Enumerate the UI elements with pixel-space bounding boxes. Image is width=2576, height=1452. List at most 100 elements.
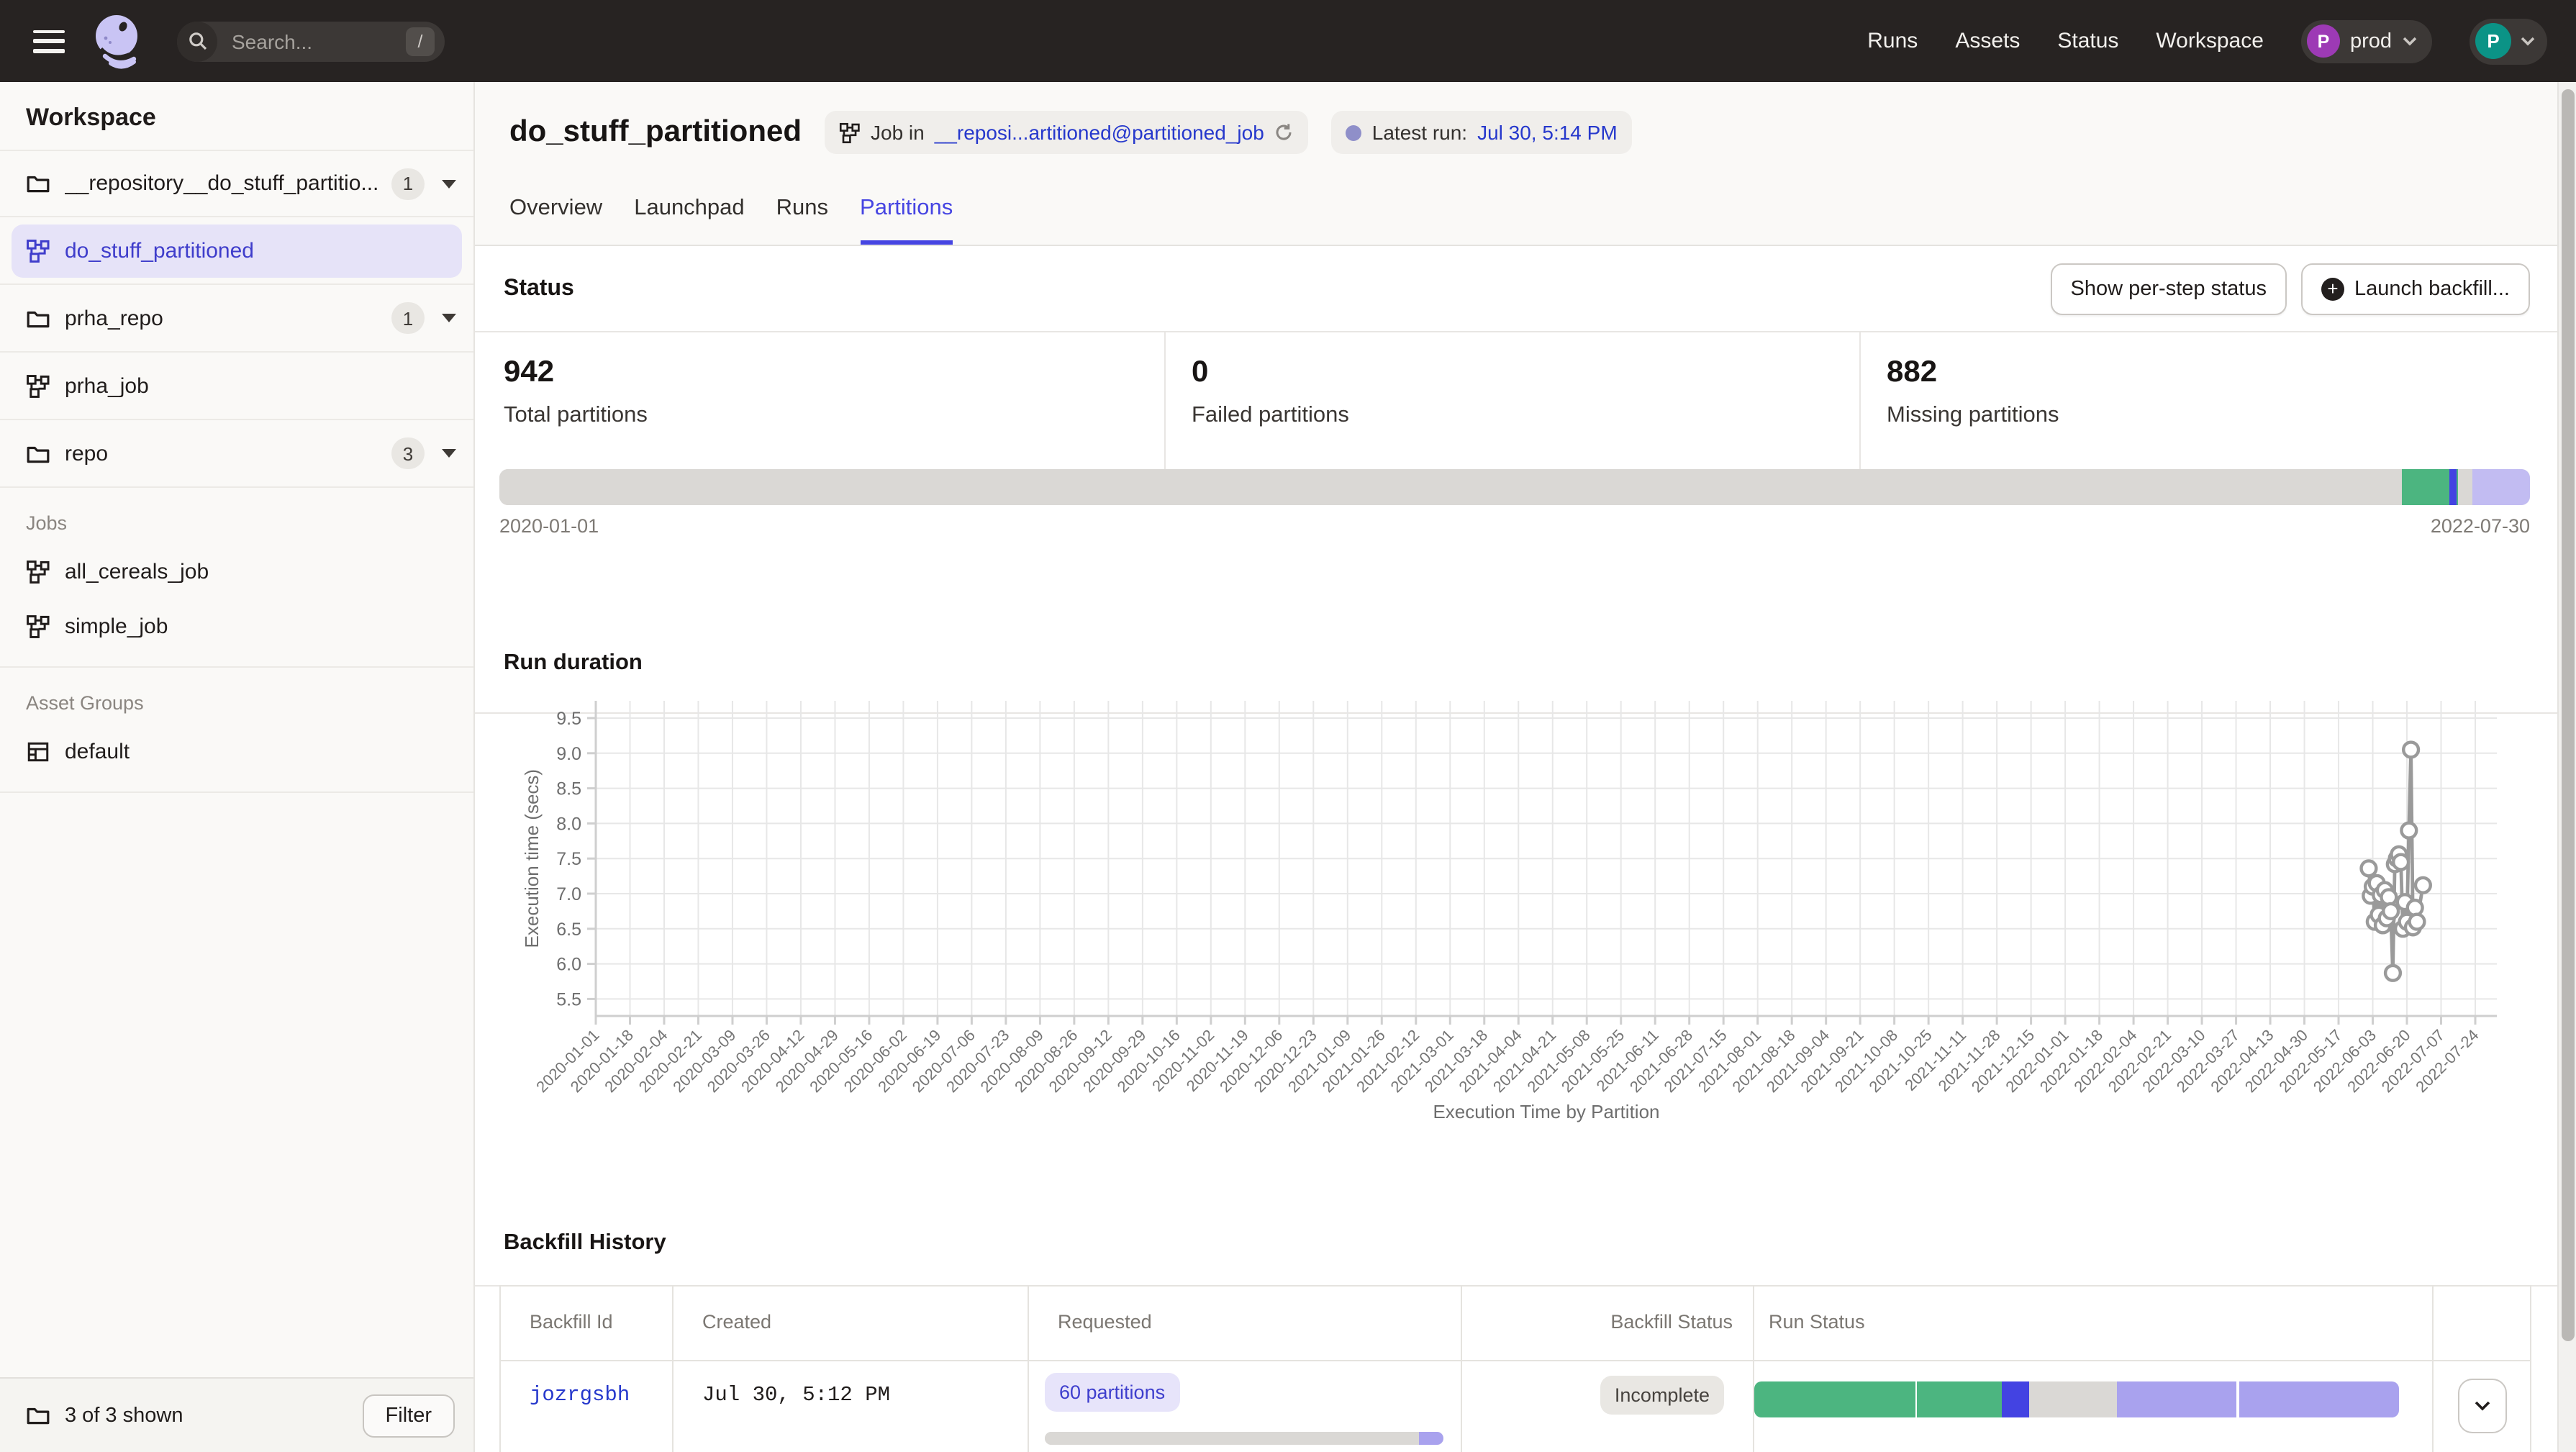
search-icon — [177, 21, 217, 61]
requested-partitions-pill[interactable]: 60 partitions — [1045, 1373, 1179, 1412]
partition-range-start: 2020-01-01 — [499, 515, 599, 537]
sidebar-item-label: default — [65, 739, 456, 763]
sidebar-item-label: all_cereals_job — [65, 559, 456, 584]
dagster-app: / Runs Assets Status Workspace P prod P Wor… — [0, 0, 2576, 1452]
sidebar-item-repository-do-stuff-partitio[interactable]: __repository__do_stuff_partitio...1 — [0, 150, 473, 217]
col-header-actions — [2433, 1286, 2531, 1361]
tab-overview[interactable]: Overview — [509, 196, 602, 245]
run-status-dot — [1346, 124, 1362, 140]
col-header-created: Created — [673, 1286, 1028, 1361]
status-title: Status — [504, 276, 574, 301]
topnav-link-runs[interactable]: Runs — [1867, 29, 1918, 53]
stat-missing-partitions: 882Missing partitions — [1861, 332, 2557, 469]
svg-text:9.0: 9.0 — [556, 744, 581, 764]
group-icon — [26, 739, 50, 763]
backfill-created: Jul 30, 5:12 PM — [674, 1361, 1028, 1407]
partition-status-bar[interactable] — [499, 469, 2530, 505]
reload-icon[interactable] — [1274, 122, 1294, 142]
job-icon — [839, 122, 861, 143]
backfill-status-badge: Incomplete — [1600, 1376, 1724, 1415]
launch-backfill-button[interactable]: + Launch backfill... — [2301, 263, 2530, 314]
table-header-row: Backfill IdCreatedRequestedBackfill Stat… — [500, 1286, 2531, 1361]
sidebar-title: Workspace — [0, 82, 473, 150]
sidebar-item-prha-repo[interactable]: prha_repo1 — [0, 285, 473, 353]
svg-text:7.0: 7.0 — [556, 884, 581, 904]
count-badge: 1 — [391, 302, 425, 334]
main-content: do_stuff_partitioned Job in __reposi...a… — [475, 82, 2557, 1452]
partition-status-bar-wrap: 2020-01-01 2022-07-30 — [499, 469, 2530, 537]
table-body: jozrgsbhJul 30, 5:12 PM60 partitions2020… — [500, 1361, 2531, 1452]
stat-label: Total partitions — [504, 403, 1164, 429]
job-icon — [26, 238, 50, 263]
job-tabs: Overview Launchpad Runs Partitions — [509, 196, 953, 245]
folder-icon — [26, 171, 50, 196]
topnav-links: Runs Assets Status Workspace — [1867, 29, 2264, 53]
chevron-down-icon — [2473, 1400, 2490, 1412]
sidebar-item-label: do_stuff_partitioned — [65, 238, 450, 263]
sidebar-item-label: repo — [65, 441, 380, 466]
stat-total-partitions: 942 Total partitions — [475, 332, 1166, 469]
svg-text:6.0: 6.0 — [556, 955, 581, 975]
tab-launchpad[interactable]: Launchpad — [634, 196, 744, 245]
col-header-requested: Requested — [1028, 1286, 1461, 1361]
backfill-id-link[interactable]: jozrgsbh — [501, 1361, 672, 1407]
status-section-header: Status Show per-step status + Launch bac… — [475, 246, 2557, 332]
sidebar-item-label: __repository__do_stuff_partitio... — [65, 171, 380, 196]
sidebar-item-all-cereals-job[interactable]: all_cereals_job — [0, 544, 473, 599]
backfill-history-title: Backfill History — [504, 1230, 666, 1256]
scrollbar-thumb[interactable] — [2562, 89, 2575, 1341]
job-icon — [26, 559, 50, 584]
col-header-backfill-id: Backfill Id — [500, 1286, 673, 1361]
topnav-link-workspace[interactable]: Workspace — [2156, 29, 2264, 53]
repo-count-label: 3 of 3 shown — [65, 1404, 363, 1427]
stat-failed-partitions: 0Failed partitions — [1166, 332, 1861, 469]
topnav-link-assets[interactable]: Assets — [1955, 29, 2020, 53]
requested-range-bar — [1045, 1432, 1443, 1445]
sidebar-item-simple-job[interactable]: simple_job — [0, 599, 473, 653]
job-icon — [26, 373, 50, 398]
deployment-switcher[interactable]: P prod — [2301, 19, 2432, 63]
dagster-logo-icon[interactable] — [91, 12, 145, 70]
col-header-run-status: Run Status — [1754, 1286, 2433, 1361]
sidebar-item-do-stuff-partitioned[interactable]: do_stuff_partitioned — [0, 217, 473, 285]
latest-run-label: Latest run: — [1372, 121, 1467, 144]
expand-row-button[interactable] — [2457, 1379, 2506, 1433]
caret-down-icon[interactable] — [442, 314, 456, 322]
svg-text:8.0: 8.0 — [556, 814, 581, 834]
workspace-sidebar: Workspace __repository__do_stuff_partiti… — [0, 82, 475, 1452]
stat-value: 942 — [504, 355, 1164, 390]
global-search[interactable]: / — [177, 21, 445, 61]
job-origin-tag: Job in __reposi...artitioned@partitioned… — [825, 111, 1309, 154]
filter-button[interactable]: Filter — [363, 1394, 455, 1437]
hamburger-menu-icon[interactable] — [33, 30, 65, 53]
latest-run-tag: Latest run: Jul 30, 5:14 PM — [1332, 111, 1632, 154]
tab-partitions[interactable]: Partitions — [860, 196, 953, 245]
folder-icon — [26, 306, 50, 330]
sidebar-item-prha-job[interactable]: prha_job — [0, 353, 473, 420]
run-duration-chart[interactable]: 9.59.08.58.07.57.06.56.05.52020-01-01202… — [475, 630, 2557, 1151]
top-navbar: / Runs Assets Status Workspace P prod P — [0, 0, 2576, 82]
count-badge: 3 — [391, 437, 425, 469]
job-page-header: do_stuff_partitioned Job in __reposi...a… — [475, 82, 2557, 246]
user-menu[interactable]: P — [2470, 18, 2547, 64]
job-origin-link[interactable]: __reposi...artitioned@partitioned_job — [935, 121, 1264, 144]
caret-down-icon[interactable] — [442, 449, 456, 458]
latest-run-link[interactable]: Jul 30, 5:14 PM — [1477, 121, 1618, 144]
partition-range-end: 2022-07-30 — [2431, 515, 2530, 537]
sidebar-item-default[interactable]: default — [0, 724, 473, 779]
backfill-history-table: Backfill IdCreatedRequestedBackfill Stat… — [499, 1285, 2531, 1452]
chevron-down-icon — [2520, 36, 2536, 46]
page-title: do_stuff_partitioned — [509, 115, 802, 150]
topnav-link-status[interactable]: Status — [2057, 29, 2118, 53]
caret-down-icon[interactable] — [442, 179, 456, 188]
tab-runs[interactable]: Runs — [776, 196, 828, 245]
page-scrollbar[interactable] — [2557, 82, 2576, 1452]
show-per-step-status-button[interactable]: Show per-step status — [2051, 263, 2287, 314]
job-icon — [26, 614, 50, 638]
plus-icon: + — [2321, 277, 2344, 300]
run-status-bar[interactable] — [1754, 1381, 2399, 1417]
svg-text:7.5: 7.5 — [556, 849, 581, 869]
sidebar-item-repo[interactable]: repo 3 — [0, 420, 473, 488]
search-input[interactable] — [229, 28, 393, 54]
folder-icon — [26, 1403, 50, 1428]
